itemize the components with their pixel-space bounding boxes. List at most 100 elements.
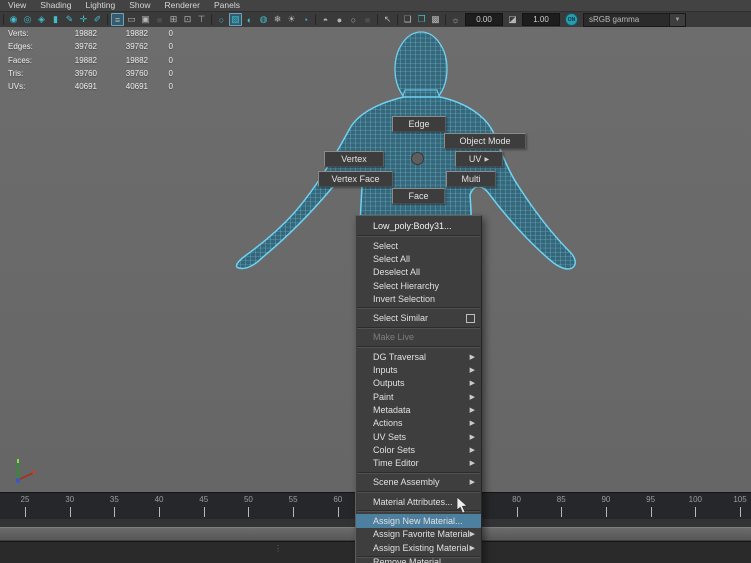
toolbar-divider	[377, 14, 378, 25]
marking-menu-multi[interactable]: Multi	[446, 171, 496, 187]
marking-menu-edge[interactable]: Edge	[392, 116, 446, 132]
hud-stat-value: 0	[148, 56, 173, 65]
menu-item-scene-assembly[interactable]: Scene Assembly▶	[356, 476, 481, 489]
timeline-frame-label: 45	[199, 495, 208, 504]
menu-item-time-editor[interactable]: Time Editor▶	[356, 456, 481, 469]
panel-toolbar: ◉◎◈▮✎✛✐≡▭▣■⊞⊡⊤○▧◐◍❄☀◔◓●○■↖❏❐▩☼ 0.00 ◪ 1.…	[0, 11, 751, 27]
menu-item-uv-sets[interactable]: UV Sets▶	[356, 430, 481, 443]
bookmark-icon[interactable]: ▮	[49, 13, 62, 26]
image-plane-icon[interactable]: ✎	[63, 13, 76, 26]
pane-splitter-handle[interactable]: ⋮	[274, 547, 278, 558]
menu-item-assign-favorite-material[interactable]: Assign Favorite Material▶	[356, 528, 481, 541]
menu-item-inputs[interactable]: Inputs▶	[356, 363, 481, 376]
menu-item-select-hierarchy[interactable]: Select Hierarchy	[356, 279, 481, 292]
gamma-field[interactable]: 1.00	[522, 13, 560, 26]
shaded-display-icon[interactable]: ▭	[125, 13, 138, 26]
menu-item-actions[interactable]: Actions▶	[356, 417, 481, 430]
use-all-lights-icon[interactable]: ❄	[271, 13, 284, 26]
exposure-icon[interactable]: ☼	[449, 13, 462, 26]
wireframe-sphere-icon[interactable]: ○	[215, 13, 228, 26]
two-d-pan-zoom-icon[interactable]: ✛	[77, 13, 90, 26]
marking-menu-object-mode[interactable]: Object Mode	[444, 133, 526, 149]
hud-stat-row: Tris:39760397600	[8, 67, 173, 80]
menu-item-select-similar[interactable]: Select Similar	[356, 311, 481, 324]
menu-item-color-sets[interactable]: Color Sets▶	[356, 443, 481, 456]
lighting-display-icon[interactable]: ■	[153, 13, 166, 26]
menu-item-label: Deselect All	[373, 267, 420, 277]
menu-item-label: Select Hierarchy	[373, 281, 439, 291]
menu-view[interactable]: View	[8, 0, 26, 11]
menu-item-select-all[interactable]: Select All	[356, 252, 481, 265]
menu-renderer[interactable]: Renderer	[165, 0, 200, 11]
xray-icon[interactable]: ❏	[401, 13, 414, 26]
menu-item-assign-existing-material[interactable]: Assign Existing Material▶	[356, 541, 481, 554]
motion-blur-icon[interactable]: ◔	[299, 13, 312, 26]
menu-item-label: Remove Material Override	[373, 557, 470, 563]
wireframe-display-icon[interactable]: ≡	[111, 13, 124, 26]
toolbar-icons: ◉◎◈▮✎✛✐≡▭▣■⊞⊡⊤○▧◐◍❄☀◔◓●○■↖❏❐▩☼	[1, 13, 462, 26]
view-transform-value: sRGB gamma	[589, 15, 639, 24]
menu-show[interactable]: Show	[129, 0, 150, 11]
depth-of-field-icon[interactable]: ■	[361, 13, 374, 26]
timeline-frame-label: 60	[333, 495, 342, 504]
wireframe-on-shaded-icon[interactable]: ◐	[243, 13, 256, 26]
timeline-tick-mark	[293, 507, 294, 517]
timeline-frame-label: 50	[244, 495, 253, 504]
menu-item-label: Actions	[373, 418, 403, 428]
anti-aliasing-icon[interactable]: ○	[347, 13, 360, 26]
grease-pencil-icon[interactable]: ✐	[91, 13, 104, 26]
timeline-frame-label: 100	[689, 495, 702, 504]
resolution-gate-icon[interactable]: ⊡	[181, 13, 194, 26]
shadows-icon[interactable]: ◓	[319, 13, 332, 26]
camera-attributes-icon[interactable]: ◈	[35, 13, 48, 26]
hud-stat-row: Faces:19882198820	[8, 54, 173, 67]
timeline-tick-mark	[204, 507, 205, 517]
textured-sphere-icon[interactable]: ◍	[257, 13, 270, 26]
marking-menu-vertex-face[interactable]: Vertex Face	[318, 171, 393, 187]
camera-new-icon[interactable]: ◎	[21, 13, 34, 26]
submenu-arrow-icon: ▶	[470, 379, 475, 387]
menu-item-label: Invert Selection	[373, 294, 435, 304]
menu-lighting[interactable]: Lighting	[85, 0, 115, 11]
menu-item-metadata[interactable]: Metadata▶	[356, 403, 481, 416]
menu-item-deselect-all[interactable]: Deselect All	[356, 266, 481, 279]
xray-active-icon[interactable]: ❐	[415, 13, 428, 26]
timeline-tick-mark	[248, 507, 249, 517]
marking-menu-label: Face	[408, 191, 428, 201]
exposure-field[interactable]: 0.00	[465, 13, 503, 26]
texture-pattern-icon[interactable]: ▩	[429, 13, 442, 26]
menu-item-select[interactable]: Select	[356, 239, 481, 252]
menu-item-checkbox[interactable]	[466, 314, 475, 323]
fullscreen-gate-icon[interactable]: ⊞	[167, 13, 180, 26]
marking-menu-face[interactable]: Face	[392, 188, 445, 204]
menu-item-label: Make Live	[373, 332, 414, 342]
color-management-on-badge[interactable]: ON	[565, 13, 578, 26]
camera-icon[interactable]: ◉	[7, 13, 20, 26]
menu-item-invert-selection[interactable]: Invert Selection	[356, 292, 481, 305]
marking-menu-center-dot	[411, 152, 424, 165]
shaded-cube-icon[interactable]: ▧	[229, 13, 242, 26]
textured-display-icon[interactable]: ▣	[139, 13, 152, 26]
toolbar-divider	[445, 14, 446, 25]
ambient-occlusion-icon[interactable]: ●	[333, 13, 346, 26]
menu-item-label: Assign New Material...	[373, 516, 463, 526]
maya-viewport-panel: View Shading Lighting Show Renderer Panels ◉◎…	[0, 0, 751, 563]
default-light-icon[interactable]: ☀	[285, 13, 298, 26]
menu-separator	[357, 491, 480, 493]
film-gate-icon[interactable]: ⊤	[195, 13, 208, 26]
marking-menu-uv[interactable]: UV▶	[455, 151, 503, 167]
view-transform-dropdown[interactable]: sRGB gamma ▼	[583, 13, 686, 27]
menu-item-outputs[interactable]: Outputs ▶	[356, 377, 481, 390]
isolate-select-icon[interactable]: ↖	[381, 13, 394, 26]
menu-item-dg-traversal[interactable]: DG Traversal▶	[356, 350, 481, 363]
menu-item-label: Outputs	[373, 378, 405, 388]
chevron-down-icon[interactable]: ▼	[669, 14, 685, 26]
menu-shading[interactable]: Shading	[40, 0, 71, 11]
menu-panels[interactable]: Panels	[214, 0, 240, 11]
marking-menu-vertex[interactable]: Vertex	[324, 151, 384, 167]
menu-item-paint[interactable]: Paint▶	[356, 390, 481, 403]
menu-item-assign-new-material[interactable]: Assign New Material...	[356, 514, 481, 527]
submenu-arrow-icon: ▶	[484, 156, 489, 163]
timeline-tick-mark	[338, 507, 339, 517]
menu-item-label: Select All	[373, 254, 410, 264]
